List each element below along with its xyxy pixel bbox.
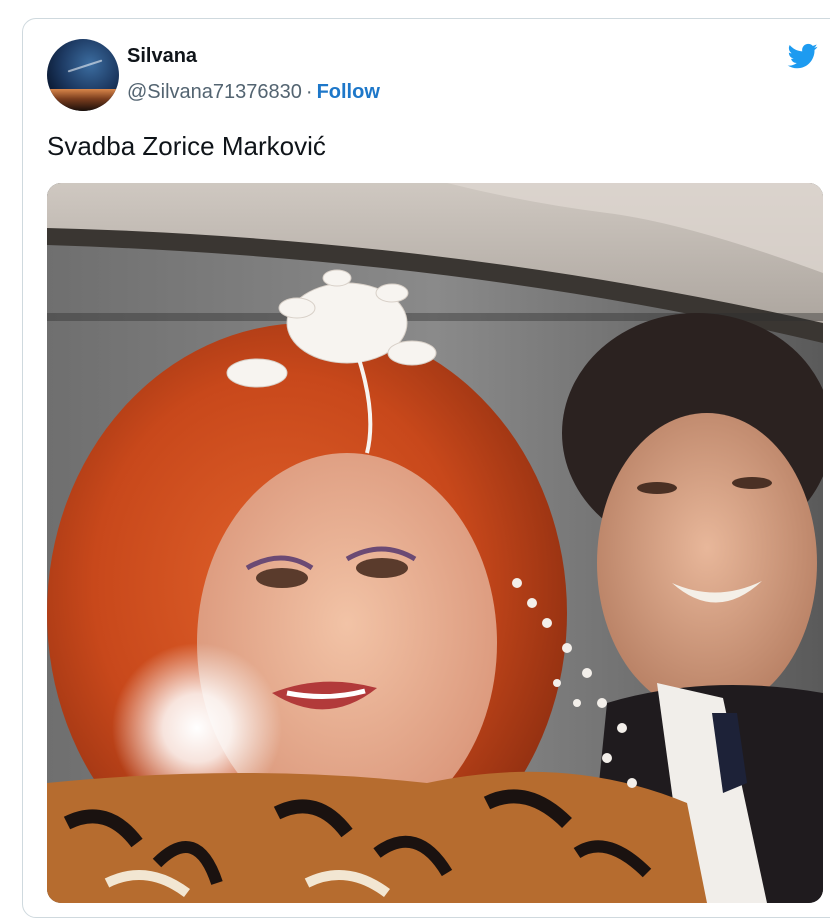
- twitter-bird-icon[interactable]: [785, 41, 821, 71]
- tweet-text: Svadba Zorice Marković: [47, 131, 326, 161]
- tweet-card: Silvana @Silvana71376830 · Follow Svadba Z…: [22, 18, 830, 918]
- handle-row: @Silvana71376830 · Follow: [127, 81, 380, 104]
- avatar[interactable]: [47, 39, 119, 111]
- user-handle[interactable]: @Silvana71376830: [127, 81, 302, 103]
- wedding-photo: [47, 183, 823, 903]
- follow-button[interactable]: Follow: [317, 81, 380, 103]
- display-name[interactable]: Silvana: [127, 45, 197, 68]
- tweet-photo[interactable]: [47, 183, 823, 903]
- separator: ·: [305, 81, 313, 103]
